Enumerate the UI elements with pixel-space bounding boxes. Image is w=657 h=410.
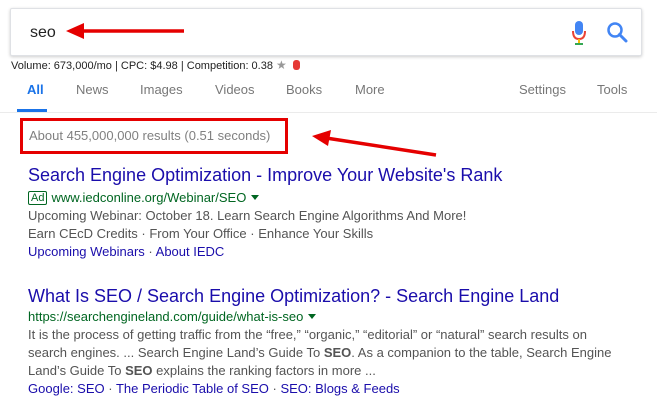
result-url[interactable]: https://searchengineland.com/guide/what-…: [28, 309, 303, 324]
tab-settings[interactable]: Settings: [519, 82, 566, 97]
search-input[interactable]: seo: [30, 24, 56, 42]
active-tab-indicator: [17, 109, 47, 112]
tab-all[interactable]: All: [27, 82, 44, 97]
sitelink[interactable]: SEO: Blogs & Feeds: [280, 381, 399, 396]
microphone-icon[interactable]: [572, 20, 586, 46]
competition-text: Competition: 0.38: [186, 60, 273, 72]
keyword-metrics: Volume: 673,000/mo | CPC: $4.98 | Compet…: [11, 58, 300, 72]
result-stats: About 455,000,000 results (0.51 seconds): [20, 118, 288, 154]
annotation-arrow-icon: [312, 130, 437, 157]
tab-news[interactable]: News: [76, 82, 109, 97]
result-title-link[interactable]: What Is SEO / Search Engine Optimization…: [28, 286, 611, 307]
tab-tools[interactable]: Tools: [597, 82, 627, 97]
result-description: Upcoming Webinar: October 18. Learn Sear…: [28, 208, 467, 223]
sitelink[interactable]: The Periodic Table of SEO: [116, 381, 269, 396]
cpc-text: CPC: $4.98: [120, 60, 178, 72]
result-sitelinks: Google: SEO · The Periodic Table of SEO …: [28, 381, 400, 396]
sitelink[interactable]: Google: SEO: [28, 381, 105, 396]
search-tabs: All News Images Videos Books More Settin…: [0, 82, 657, 113]
tab-images[interactable]: Images: [140, 82, 183, 97]
search-result-ad: Search Engine Optimization - Improve You…: [28, 165, 502, 261]
result-title-link[interactable]: Search Engine Optimization - Improve You…: [28, 165, 502, 186]
result-description: Earn CEcD Credits · From Your Office · E…: [28, 226, 374, 241]
star-icon[interactable]: ★: [276, 58, 287, 72]
annotation-arrow-icon: [66, 23, 184, 39]
result-stats-text: About 455,000,000 results (0.51 seconds): [29, 128, 271, 143]
sitelink[interactable]: Upcoming Webinars: [28, 244, 145, 259]
sitelink[interactable]: About IEDC: [156, 244, 225, 259]
volume-text: Volume: 673,000/mo: [11, 60, 112, 72]
result-snippet: It is the process of getting traffic fro…: [28, 327, 587, 342]
result-sitelinks: Upcoming Webinars · About IEDC: [28, 244, 225, 259]
result-snippet: search engines. ... Search Engine Land’s…: [28, 345, 612, 360]
chevron-down-icon[interactable]: [251, 195, 260, 200]
result-url[interactable]: www.iedconline.org/Webinar/SEO: [51, 190, 246, 205]
ad-badge: Ad: [28, 191, 48, 205]
tab-books[interactable]: Books: [286, 82, 322, 97]
database-icon[interactable]: [292, 60, 300, 70]
tab-more[interactable]: More: [355, 82, 385, 97]
tab-videos[interactable]: Videos: [215, 82, 255, 97]
search-result-organic: What Is SEO / Search Engine Optimization…: [28, 286, 611, 398]
search-icon[interactable]: [606, 21, 628, 43]
chevron-down-icon[interactable]: [308, 314, 317, 319]
result-snippet: Land’s Guide To SEO explains the ranking…: [28, 363, 376, 378]
